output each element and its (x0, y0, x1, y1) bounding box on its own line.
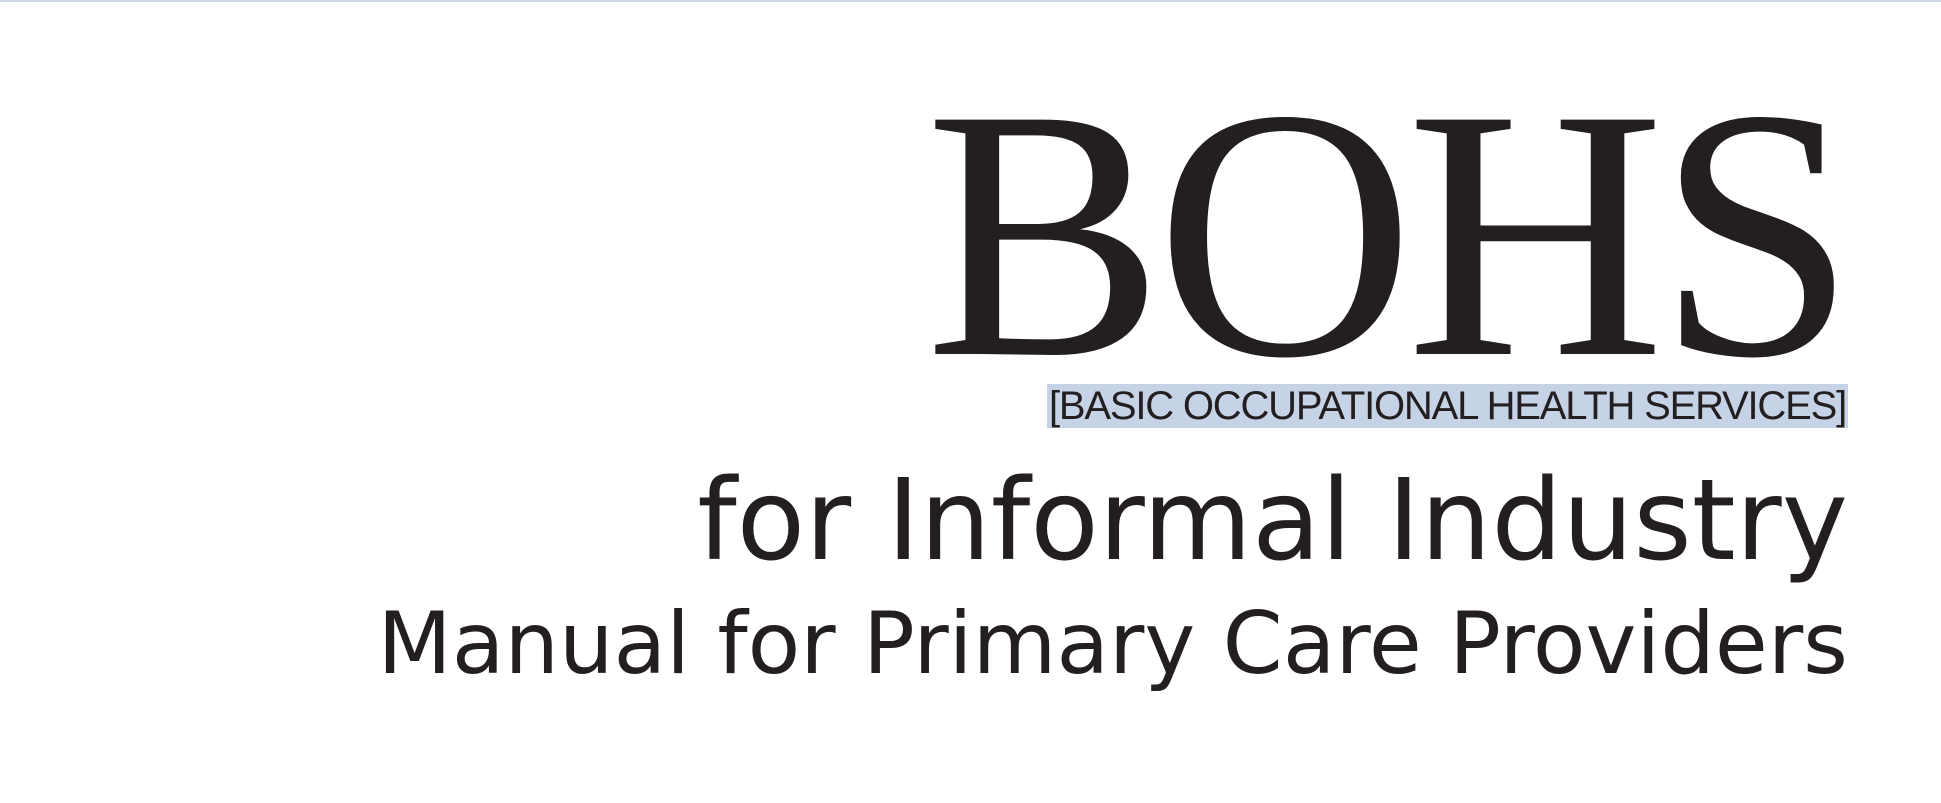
document-page: BOHS [BASIC OCCUPATIONAL HEALTH SERVICES… (0, 0, 1941, 803)
acronym-title: BOHS (925, 36, 1856, 432)
subtitle: for Informal Industry (697, 456, 1848, 586)
tagline: Manual for Primary Care Providers (377, 594, 1848, 694)
cover-title-block: BOHS [BASIC OCCUPATIONAL HEALTH SERVICES… (48, 36, 1856, 696)
acronym-expansion-highlighted[interactable]: [BASIC OCCUPATIONAL HEALTH SERVICES] (1047, 384, 1848, 428)
